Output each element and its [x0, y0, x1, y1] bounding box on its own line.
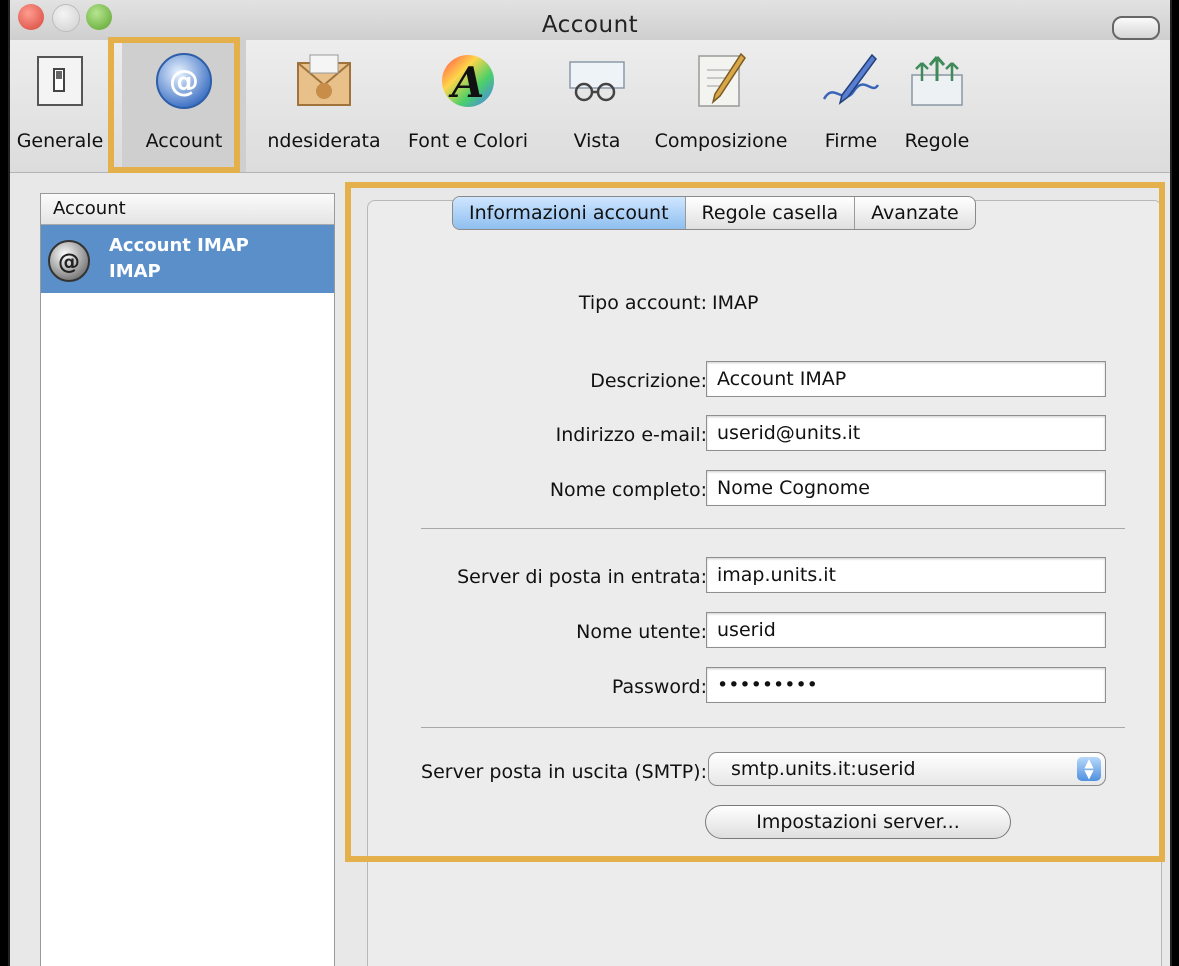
tab-avanzate[interactable]: Avanzate [855, 197, 975, 229]
toolbar-item-composizione[interactable]: Composizione [642, 40, 800, 172]
form-divider [421, 727, 1125, 728]
toolbar-item-regole[interactable]: Regole [894, 40, 980, 172]
account-name: Account IMAP [109, 235, 249, 256]
window-title: Account [541, 12, 639, 38]
incoming-server-field[interactable]: imap.units.it [706, 557, 1106, 593]
toolbar-item-vista[interactable]: Vista [558, 40, 636, 172]
svg-text:@: @ [58, 250, 80, 275]
junk-mail-icon [297, 54, 351, 106]
glasses-icon [569, 61, 625, 102]
account-type-label: Tipo account: [578, 292, 707, 314]
switch-icon [37, 56, 83, 106]
tab-informazioni-account[interactable]: Informazioni account [453, 197, 686, 229]
full-name-label: Nome completo: [549, 479, 707, 501]
password-label: Password: [611, 676, 707, 698]
title-bar: Account [10, 0, 1170, 40]
toolbar-item-font-colori[interactable]: A Font e Colori [392, 40, 544, 172]
tab-regole-casella[interactable]: Regole casella [686, 197, 856, 229]
imap-at-icon: @ [47, 239, 91, 287]
rules-arrows-icon [911, 56, 963, 106]
description-field[interactable]: Account IMAP [706, 361, 1106, 397]
toolbar-item-indesiderata[interactable]: ndesiderata [256, 40, 392, 172]
toolbar-toggle-button[interactable] [1112, 16, 1160, 40]
account-type-value: IMAP [712, 292, 759, 314]
form-divider [421, 528, 1125, 529]
username-label: Nome utente: [576, 621, 707, 643]
toolbar-label: ndesiderata [267, 130, 381, 152]
toolbar-label: Vista [573, 130, 621, 152]
toolbar-label: Regole [904, 130, 970, 152]
account-list-header: Account [41, 194, 334, 225]
toolbar-item-account[interactable]: @ Account [122, 40, 246, 172]
toolbar-item-firme[interactable]: Firme [810, 40, 892, 172]
password-field[interactable]: ••••••••• [706, 667, 1106, 703]
toolbar-label: Firme [824, 130, 878, 152]
username-field[interactable]: userid [706, 612, 1106, 648]
preferences-toolbar: Generale @ Account ndesiderata A Font e … [10, 40, 1170, 173]
incoming-server-label: Server di posta in entrata: [457, 566, 707, 588]
account-list-item[interactable]: @ Account IMAP IMAP [41, 225, 334, 293]
compose-pen-icon [698, 52, 746, 107]
account-type: IMAP [109, 261, 161, 282]
full-name-field[interactable]: Nome Cognome [706, 470, 1106, 506]
at-sign-icon: @ [156, 53, 212, 109]
smtp-server-value: smtp.units.it:userid [731, 758, 916, 780]
server-settings-button[interactable]: Impostazioni server... [705, 805, 1011, 839]
toolbar-item-generale[interactable]: Generale [10, 40, 110, 172]
toolbar-label: Composizione [654, 130, 788, 152]
svg-text:@: @ [169, 64, 199, 99]
signature-pen-icon [822, 53, 880, 105]
account-list: Account @ Account IMAP IMAP [40, 193, 335, 966]
smtp-server-select[interactable]: smtp.units.it:userid ▲ ▼ [708, 752, 1106, 786]
svg-text:A: A [448, 58, 485, 107]
toolbar-label: Font e Colori [407, 130, 529, 152]
description-label: Descrizione: [590, 370, 707, 392]
email-label: Indirizzo e-mail: [555, 424, 707, 446]
font-colors-icon: A [442, 55, 494, 107]
tab-bar: Informazioni account Regole casella Avan… [452, 196, 976, 230]
email-field[interactable]: userid@units.it [706, 415, 1106, 451]
smtp-server-label: Server posta in uscita (SMTP): [421, 761, 707, 783]
chevron-up-down-icon: ▲ ▼ [1077, 757, 1101, 781]
toolbar-label: Generale [16, 130, 104, 152]
toolbar-label: Account [145, 130, 223, 152]
